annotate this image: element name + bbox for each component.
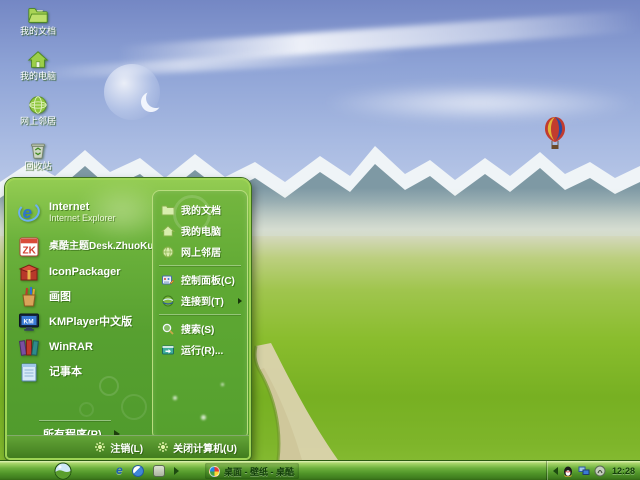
notepad-icon [21, 363, 37, 381]
menu-item-iconpackager[interactable]: IconPackager [13, 259, 151, 284]
menu-item-title: IconPackager [49, 265, 121, 278]
desktop-icon-label: 回收站 [24, 161, 52, 171]
my-documents-icon [28, 8, 48, 23]
desktop-icon-my-documents[interactable]: 我的文档 [6, 4, 70, 38]
network-tray-icon[interactable] [578, 465, 590, 477]
my-computer-icon [161, 224, 175, 236]
shut-down-button[interactable]: 关闭计算机(U) [157, 440, 237, 455]
menu-item-network-places[interactable]: 网上邻居 [153, 241, 247, 262]
menu-item-label: 搜索(S) [181, 325, 215, 336]
menu-item-connect-to[interactable]: 连接到(T) [153, 290, 247, 311]
winrar-icon [18, 339, 39, 356]
menu-separator [39, 420, 111, 421]
menu-item-run[interactable]: 运行(R)... [153, 339, 247, 360]
qq-tray-icon[interactable] [562, 465, 574, 477]
menu-item-paint[interactable]: 画图 [13, 284, 151, 309]
kmplayer-icon: KM [19, 313, 39, 331]
log-off-button[interactable]: 注销(L) [94, 440, 143, 455]
quick-launch: e [116, 464, 179, 477]
desktop-icon-network-places[interactable]: 网上邻居 [6, 94, 70, 128]
menu-item-internet[interactable]: e Internet Internet Explorer [13, 194, 151, 230]
gear-icon [158, 442, 169, 452]
menu-item-label: 连接到(T) [181, 297, 224, 308]
crescent-moon [146, 88, 166, 108]
internet-explorer-icon: e [18, 202, 40, 222]
menu-item-title: KMPlayer中文版 [49, 315, 133, 328]
menu-item-label: 运行(R)... [181, 346, 224, 357]
chevron-left-icon[interactable] [552, 467, 558, 475]
menu-item-control-panel[interactable]: 控制面板(C) [153, 269, 247, 290]
menu-separator [159, 314, 241, 315]
bubble-decoration [79, 402, 94, 417]
system-tray: 12:28 [545, 461, 640, 480]
zhuoku-theme-icon: ZK [19, 237, 39, 256]
sparkle-decoration [201, 415, 206, 420]
bubble-decoration [173, 195, 211, 233]
my-computer-icon [27, 51, 49, 68]
recycle-bin-icon [31, 143, 45, 159]
start-menu-pinned-list: e Internet Internet Explorer ZK 桌酷主题Desk… [13, 194, 178, 384]
desktop-screen: 我的文档 我的电脑 网上邻居 回收站 e Internet Internet E… [0, 0, 640, 480]
show-desktop-icon[interactable] [152, 464, 165, 477]
start-menu: e Internet Internet Explorer ZK 桌酷主题Desk… [5, 178, 251, 460]
svg-text:KM: KM [24, 318, 34, 325]
network-places-icon [29, 96, 47, 114]
gear-icon [95, 442, 106, 452]
run-icon [162, 345, 174, 354]
internet-explorer-icon[interactable]: e [116, 464, 123, 477]
submenu-arrow-icon [238, 297, 242, 304]
task-button-label: 桌面 - 壁纸 - 桌酷... [224, 466, 295, 477]
desktop-icon-list: 我的文档 我的电脑 网上邻居 回收站 [6, 4, 72, 184]
clock[interactable]: 12:28 [612, 466, 635, 476]
search-icon [162, 323, 174, 335]
language-tray-icon[interactable] [594, 465, 606, 477]
svg-text:ZK: ZK [23, 245, 37, 256]
menu-item-winrar[interactable]: WinRAR [13, 334, 151, 359]
control-panel-icon [162, 275, 175, 284]
menu-item-kmplayer[interactable]: KM KMPlayer中文版 [13, 309, 151, 334]
sparkle-decoration [221, 383, 224, 386]
shut-down-label: 关闭计算机(U) [173, 443, 237, 455]
desktop-icon-recycle-bin[interactable]: 回收站 [6, 139, 70, 173]
menu-item-title: WinRAR [49, 340, 93, 353]
taskbar: e 桌面 - 壁纸 - 桌酷... 12:28 [0, 460, 640, 480]
start-menu-footer: 注销(L) 关闭计算机(U) [7, 435, 249, 458]
iconpackager-icon [18, 263, 40, 280]
desktop-icon-label: 我的电脑 [19, 71, 56, 81]
task-button-wallpaper[interactable]: 桌面 - 壁纸 - 桌酷... [205, 463, 299, 479]
cloud [320, 84, 640, 122]
sparkle-decoration [173, 396, 177, 400]
menu-item-title: 记事本 [49, 365, 82, 378]
menu-separator [159, 265, 241, 266]
pinwheel-icon [209, 465, 220, 477]
dirt-path [253, 343, 338, 460]
network-places-icon [162, 246, 174, 257]
bubble-decoration [121, 394, 147, 420]
chevron-right-icon[interactable] [173, 466, 179, 475]
menu-item-notepad[interactable]: 记事本 [13, 359, 151, 384]
menu-item-label: 网上邻居 [181, 248, 221, 259]
desktop-icon-label: 网上邻居 [19, 116, 56, 126]
start-button[interactable] [54, 462, 72, 480]
menu-item-search[interactable]: 搜索(S) [153, 318, 247, 339]
start-menu-places-panel: 我的文档 我的电脑 网上邻居 控制面板(C) 连接到(T) 搜索(S) 运行(R… [152, 190, 248, 440]
menu-item-zhuoku-theme[interactable]: ZK 桌酷主题Desk.ZhuoKu.Com [13, 234, 178, 259]
log-off-label: 注销(L) [110, 443, 144, 455]
browser-icon[interactable] [131, 464, 144, 477]
desktop-icon-label: 我的文档 [19, 26, 56, 36]
menu-item-title: Internet [49, 200, 90, 213]
menu-item-label: 控制面板(C) [181, 276, 235, 287]
paint-icon [22, 286, 36, 306]
menu-item-title: 画图 [49, 290, 71, 303]
connect-to-icon [162, 295, 174, 306]
hot-air-balloon [545, 117, 565, 149]
menu-item-subtitle: Internet Explorer [49, 212, 116, 223]
svg-text:e: e [23, 203, 32, 222]
desktop-icon-my-computer[interactable]: 我的电脑 [6, 49, 70, 83]
